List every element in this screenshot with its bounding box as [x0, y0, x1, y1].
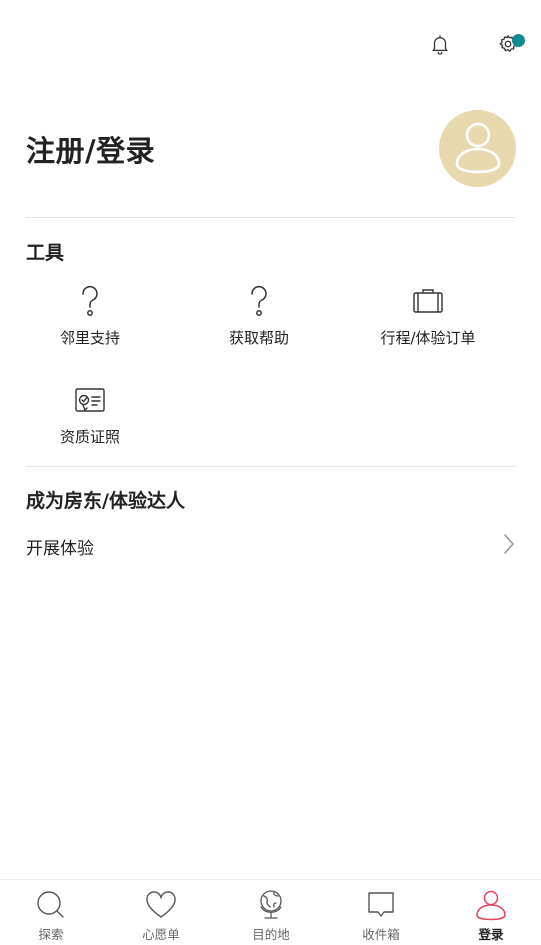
tab-label: 登录	[478, 927, 504, 942]
divider	[26, 217, 516, 218]
tool-label: 获取帮助	[228, 329, 289, 347]
tab-destinations[interactable]: 目的地	[221, 888, 321, 943]
tab-label: 目的地	[252, 927, 290, 942]
bell-icon	[429, 33, 451, 59]
tools-section-title: 工具	[26, 242, 65, 264]
tab-label: 探索	[38, 927, 64, 942]
login-title[interactable]: 注册/登录	[26, 128, 155, 170]
tab-explore[interactable]: 探索	[1, 888, 101, 943]
avatar[interactable]	[439, 110, 516, 187]
tool-get-help[interactable]: 获取帮助	[174, 283, 344, 348]
tab-label: 收件箱	[362, 927, 400, 942]
tab-label: 心愿单	[142, 927, 180, 942]
user-icon	[441, 888, 541, 922]
settings-button[interactable]	[492, 30, 525, 62]
host-section-title: 成为房东/体验达人	[26, 490, 185, 512]
question-icon	[5, 283, 175, 319]
tool-label: 行程/体验订单	[380, 329, 476, 347]
chat-icon	[331, 888, 431, 922]
start-experience-row[interactable]: 开展体验	[26, 530, 516, 562]
suitcase-icon	[343, 283, 513, 319]
chevron-right-icon	[502, 532, 516, 560]
notification-dot	[512, 34, 525, 47]
tool-credentials[interactable]: 资质证照	[5, 382, 175, 447]
tab-inbox[interactable]: 收件箱	[331, 888, 431, 943]
start-experience-label: 开展体验	[26, 538, 94, 559]
top-bar	[0, 28, 541, 64]
divider	[26, 466, 516, 467]
notifications-button[interactable]	[424, 30, 456, 62]
tool-neighbor-support[interactable]: 邻里支持	[5, 283, 175, 348]
tab-wishlist[interactable]: 心愿单	[111, 888, 211, 943]
bottom-tab-bar: 探索 心愿单 目的地 收件箱 登录	[0, 879, 541, 945]
tab-login[interactable]: 登录	[441, 888, 541, 943]
question-icon	[174, 283, 344, 319]
tool-label: 资质证照	[59, 428, 120, 446]
tool-trip-orders[interactable]: 行程/体验订单	[343, 283, 513, 348]
heart-icon	[111, 888, 211, 922]
certificate-icon	[5, 382, 175, 418]
search-icon	[1, 888, 101, 922]
tool-label: 邻里支持	[59, 329, 120, 347]
globe-icon	[221, 888, 321, 922]
user-icon	[453, 120, 503, 178]
